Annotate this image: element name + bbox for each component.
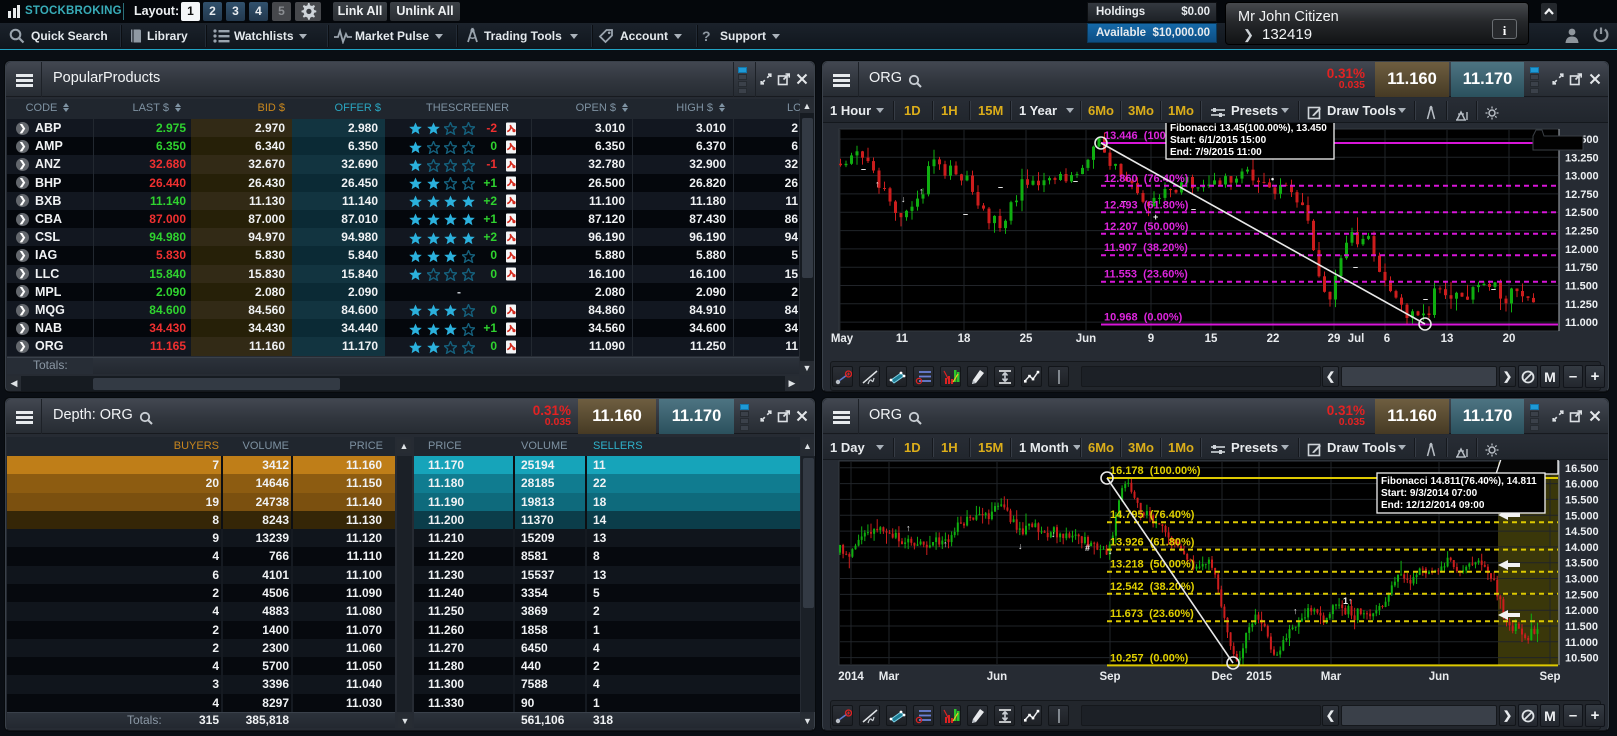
svg-text:14.000: 14.000 xyxy=(1565,542,1599,554)
svg-text:12.500: 12.500 xyxy=(1565,207,1599,219)
svg-text:↓: ↓ xyxy=(1018,541,1023,551)
svg-text:12.860 (76.40%): 12.860 (76.40%) xyxy=(1104,173,1189,185)
svg-text:12.207 (50.00%): 12.207 (50.00%) xyxy=(1104,221,1189,233)
svg-text:14.500: 14.500 xyxy=(1565,526,1599,538)
svg-text:13: 13 xyxy=(1441,333,1454,345)
svg-text:Fibonacci 14.811(76.40%), 14.8: Fibonacci 14.811(76.40%), 14.811 xyxy=(1381,476,1537,487)
svg-text:•: • xyxy=(1271,174,1274,184)
svg-text:15: 15 xyxy=(1205,333,1218,345)
svg-text:12.500: 12.500 xyxy=(1565,589,1599,601)
svg-text:Fibonacci 13.45(100.00%), 13.4: Fibonacci 13.45(100.00%), 13.450 xyxy=(1170,123,1327,134)
svg-text:Start: 6/1/2015 15:00: Start: 6/1/2015 15:00 xyxy=(1170,135,1267,146)
svg-text:May: May xyxy=(831,333,854,345)
svg-text:13.218 (50.00%): 13.218 (50.00%) xyxy=(1110,559,1195,571)
svg-text:1↑: 1↑ xyxy=(1343,596,1353,606)
svg-text:11.000: 11.000 xyxy=(1565,637,1598,649)
svg-text:13.500: 13.500 xyxy=(1565,558,1599,570)
svg-text:2014: 2014 xyxy=(838,671,864,683)
svg-text:↑: ↑ xyxy=(943,539,948,549)
svg-text:Sep: Sep xyxy=(1539,671,1560,683)
svg-text:9: 9 xyxy=(1148,333,1154,345)
svg-text:Start: 9/3/2014 07:00: Start: 9/3/2014 07:00 xyxy=(1381,488,1478,499)
svg-text:2015: 2015 xyxy=(1246,671,1272,683)
svg-text:↑: ↑ xyxy=(919,186,924,196)
svg-text:–: – xyxy=(1423,294,1428,304)
svg-text:13.250: 13.250 xyxy=(1565,152,1599,164)
svg-text:13.000: 13.000 xyxy=(1565,574,1599,586)
svg-text:11.500: 11.500 xyxy=(1565,281,1598,293)
svg-text:18: 18 xyxy=(958,333,971,345)
svg-text:12.750: 12.750 xyxy=(1565,189,1599,201)
svg-text:–: – xyxy=(1353,262,1358,272)
svg-text:Sep: Sep xyxy=(1099,671,1120,683)
svg-text:12.250: 12.250 xyxy=(1565,226,1599,238)
svg-text:12.493 (61.80%): 12.493 (61.80%) xyxy=(1104,199,1189,211)
svg-text:11.907 (38.20%): 11.907 (38.20%) xyxy=(1104,242,1188,254)
svg-text:25: 25 xyxy=(1020,333,1033,345)
svg-text:13.000: 13.000 xyxy=(1565,171,1599,183)
svg-text:11.553 (23.60%): 11.553 (23.60%) xyxy=(1104,269,1188,281)
svg-text:22: 22 xyxy=(1267,333,1280,345)
svg-text:Jun: Jun xyxy=(987,671,1007,683)
svg-text:Jun: Jun xyxy=(1076,333,1096,345)
svg-text:↓: ↓ xyxy=(901,194,906,204)
svg-text:16.000: 16.000 xyxy=(1565,479,1599,491)
svg-text:20: 20 xyxy=(1503,333,1516,345)
svg-text:–: – xyxy=(1073,176,1078,186)
svg-text:↑: ↑ xyxy=(875,179,880,189)
svg-text:–: – xyxy=(963,209,968,219)
svg-text:Jun: Jun xyxy=(1429,671,1449,683)
svg-text:12.000: 12.000 xyxy=(1565,605,1599,617)
svg-text:–: – xyxy=(861,164,866,174)
svg-text:10.968 (0.00%): 10.968 (0.00%) xyxy=(1104,312,1183,324)
svg-text:↑: ↑ xyxy=(906,523,911,533)
svg-text:↑: ↑ xyxy=(1293,606,1298,616)
svg-text:16.500: 16.500 xyxy=(1565,463,1599,475)
svg-text:–: – xyxy=(998,182,1003,192)
svg-text:12.000: 12.000 xyxy=(1565,244,1599,256)
svg-text:10.500: 10.500 xyxy=(1565,653,1599,665)
svg-text:16.178 (100.00%): 16.178 (100.00%) xyxy=(1110,465,1201,477)
svg-text:11.750: 11.750 xyxy=(1565,262,1598,274)
svg-text:10.257 (0.00%): 10.257 (0.00%) xyxy=(1110,652,1189,664)
svg-text:End: 12/12/2014 09:00: End: 12/12/2014 09:00 xyxy=(1381,500,1485,511)
svg-text:14.795 (76.40%): 14.795 (76.40%) xyxy=(1110,509,1195,521)
svg-text:Jul: Jul xyxy=(1348,333,1365,345)
svg-text:#: # xyxy=(1085,543,1090,553)
svg-text:15.000: 15.000 xyxy=(1565,510,1599,522)
svg-text:11.673 (23.60%): 11.673 (23.60%) xyxy=(1110,608,1194,620)
svg-text:Mar: Mar xyxy=(879,671,900,683)
svg-text:13.926 (61.80%): 13.926 (61.80%) xyxy=(1110,537,1195,549)
svg-text:Mar: Mar xyxy=(1321,671,1342,683)
svg-text:–: – xyxy=(1491,284,1496,294)
svg-text:↓: ↓ xyxy=(1051,529,1056,539)
svg-text:6: 6 xyxy=(1384,333,1390,345)
svg-text:15.500: 15.500 xyxy=(1565,494,1599,506)
svg-text:11.250: 11.250 xyxy=(1565,299,1598,311)
svg-text:Dec: Dec xyxy=(1211,671,1233,683)
svg-text:End: 7/9/2015 11:00: End: 7/9/2015 11:00 xyxy=(1170,147,1262,158)
svg-text:11: 11 xyxy=(896,333,909,345)
svg-text:11.000: 11.000 xyxy=(1565,317,1598,329)
svg-text:11.500: 11.500 xyxy=(1565,621,1598,633)
svg-text:29: 29 xyxy=(1328,333,1341,345)
